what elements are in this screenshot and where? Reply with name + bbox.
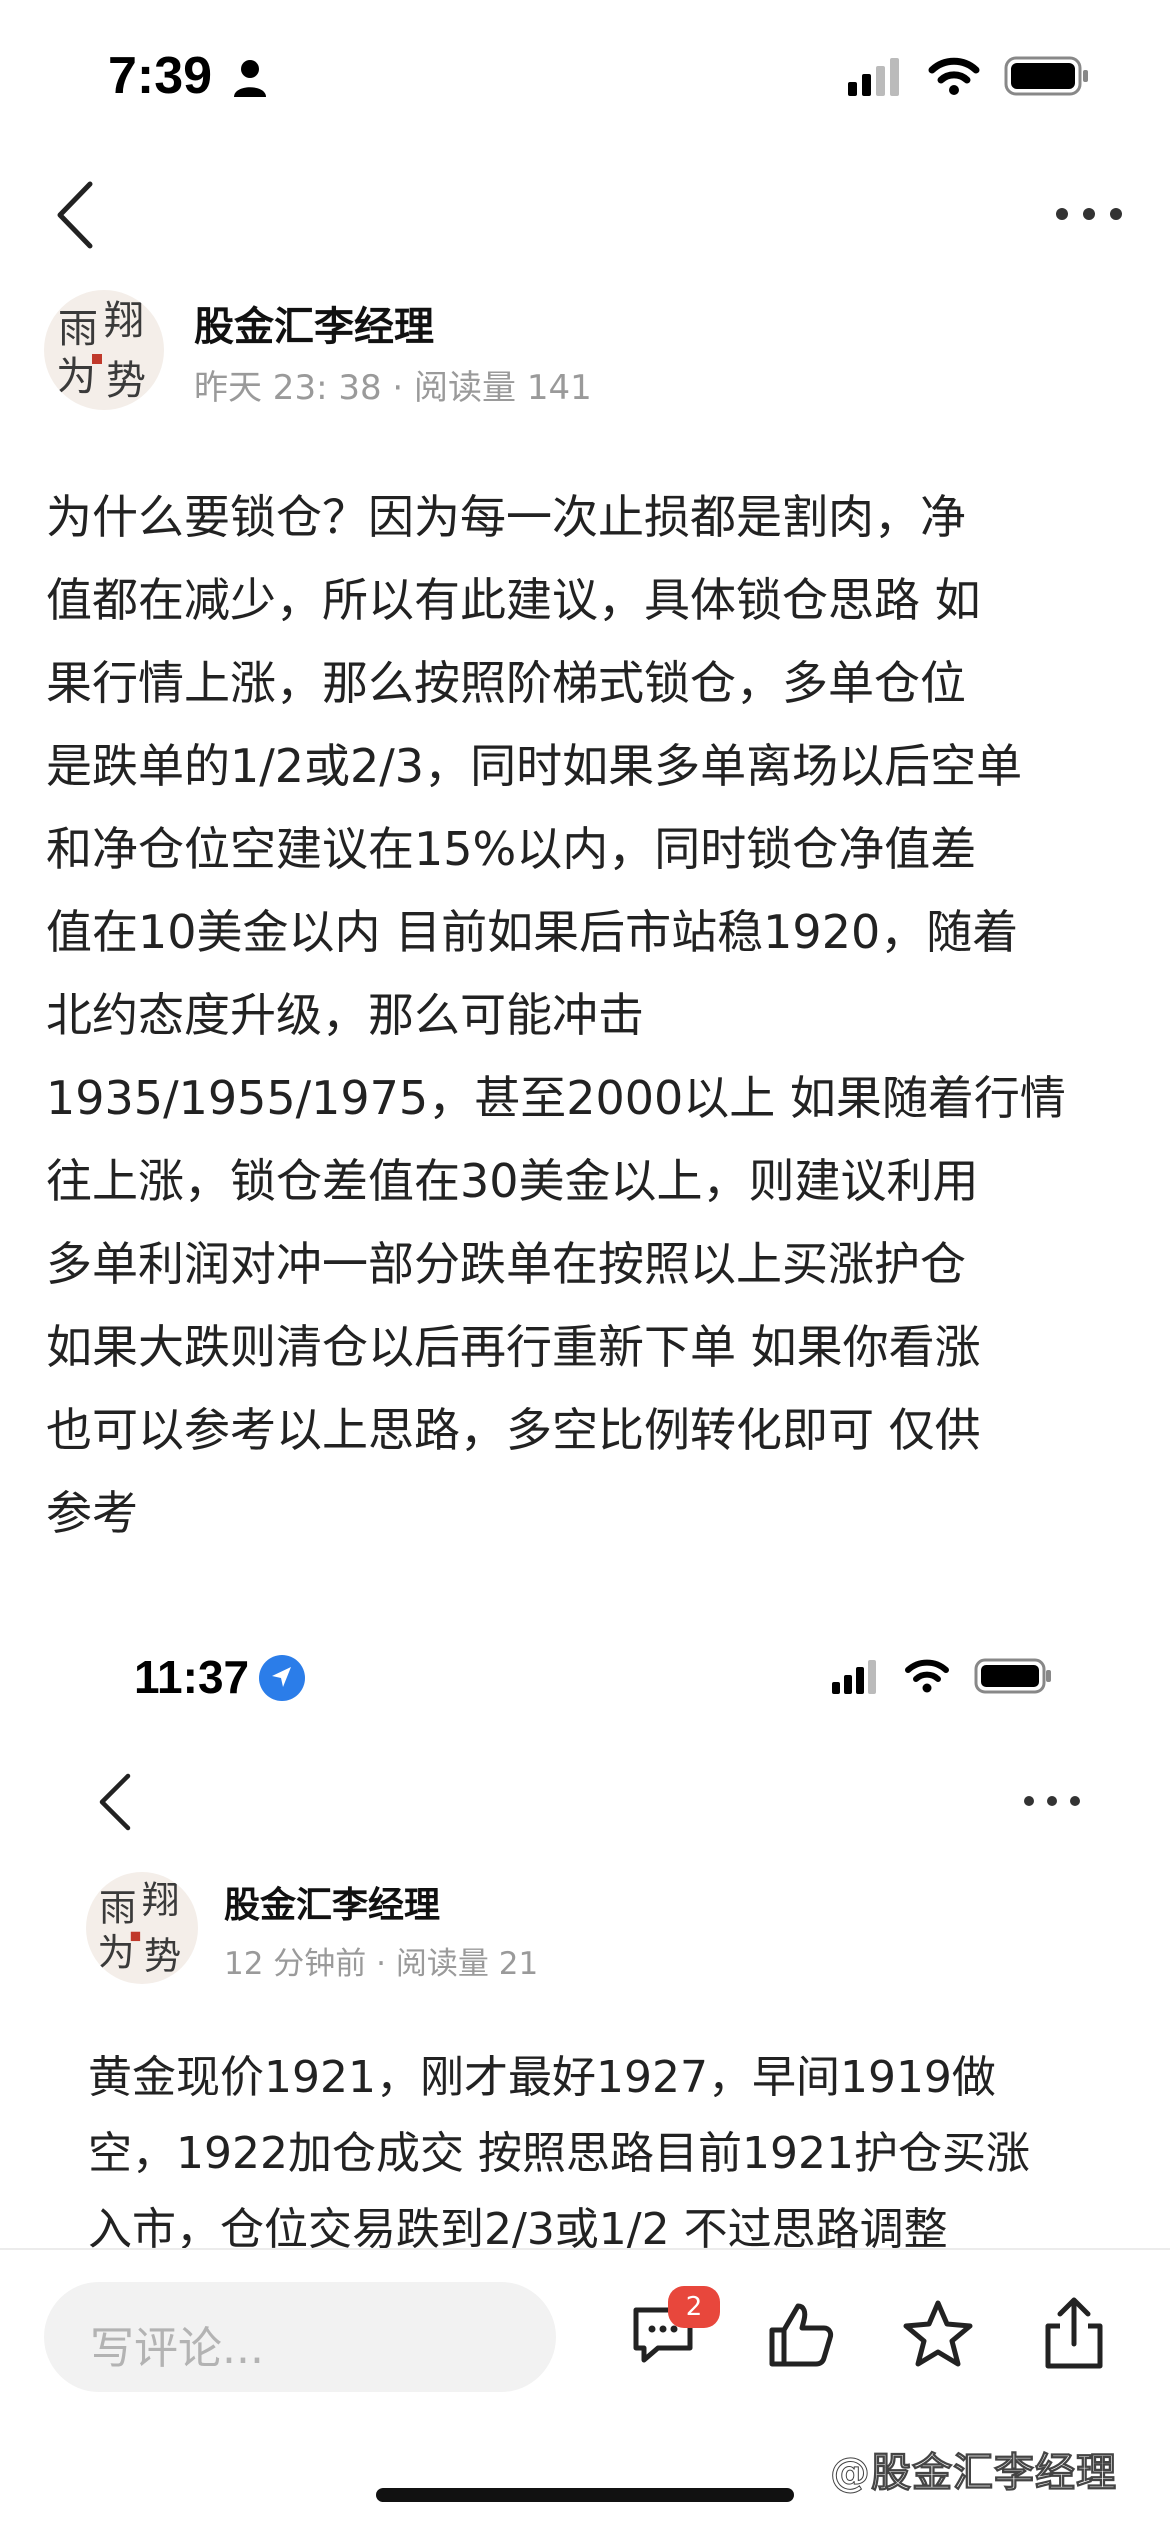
author-name-2[interactable]: 股金汇李经理 xyxy=(224,1876,440,1928)
watermark: @股金汇李经理 xyxy=(830,2450,1117,2497)
share-icon[interactable] xyxy=(1042,2296,1106,2370)
avatar[interactable]: 雨 翔 为 势 xyxy=(86,1872,198,1984)
paragraph-line: 空，1922加仓成交 按照思路目前1921护仓买涨 xyxy=(88,2128,1030,2179)
svg-text:势: 势 xyxy=(106,358,146,404)
avatar-calligraphy: 雨 翔 为 势 xyxy=(97,1878,181,1978)
signal-icon xyxy=(848,58,899,96)
svg-text:雨: 雨 xyxy=(99,1886,136,1930)
author-name[interactable]: 股金汇李经理 xyxy=(194,294,434,352)
wifi-icon xyxy=(928,57,980,95)
avatar[interactable]: 雨 翔 为 势 xyxy=(44,290,164,410)
svg-text:雨: 雨 xyxy=(58,306,98,352)
paragraph-line: 往上涨，锁仓差值在30美金以上，则建议利用 xyxy=(46,1154,979,1208)
paragraph-line: 为什么要锁仓？因为每一次止损都是割肉，净 xyxy=(46,490,966,544)
person-icon xyxy=(234,60,266,97)
post-body: 为什么要锁仓？因为每一次止损都是割肉，净 值都在减少，所以有此建议，具体锁仓思路… xyxy=(46,476,1136,1555)
like-icon[interactable] xyxy=(766,2300,836,2370)
avatar-calligraphy: 雨 翔 为 势 xyxy=(56,298,146,404)
comment-placeholder: 写评论... xyxy=(90,2323,264,2374)
paragraph-line: 多单利润对冲一部分跌单在按照以上买涨护仓 xyxy=(46,1237,966,1291)
location-arrow-icon xyxy=(259,1655,305,1701)
more-icon[interactable] xyxy=(1022,1792,1082,1810)
paragraph-line: 值在10美金以内 目前如果后市站稳1920，随着 xyxy=(46,905,1019,959)
post-meta: 昨天 23: 38 · 阅读量 141 xyxy=(194,368,592,408)
comment-count-badge: 2 xyxy=(668,2286,720,2328)
svg-text:翔: 翔 xyxy=(142,1878,179,1922)
post-meta-2: 12 分钟前 · 阅读量 21 xyxy=(224,1946,539,1982)
paragraph-line: 也可以参考以上思路，多空比例转化即可 仅供 xyxy=(46,1403,981,1457)
star-icon[interactable] xyxy=(902,2298,974,2370)
home-indicator[interactable] xyxy=(376,2488,794,2502)
svg-text:翔: 翔 xyxy=(104,298,144,344)
paragraph-line: 值都在减少，所以有此建议，具体锁仓思路 如 xyxy=(46,573,981,627)
wifi-icon xyxy=(905,1659,949,1693)
more-icon[interactable] xyxy=(1054,204,1124,224)
paragraph-line: 黄金现价1921，刚才最好1927，早间1919做 xyxy=(88,2052,996,2103)
svg-text:势: 势 xyxy=(144,1934,181,1978)
status-time: 7:39 xyxy=(108,47,213,105)
post-body-2: 黄金现价1921，刚才最好1927，早间1919做 空，1922加仓成交 按照思… xyxy=(88,2040,1148,2268)
svg-text:为: 为 xyxy=(56,354,96,400)
status-time-2: 11:37 xyxy=(134,1651,250,1703)
paragraph-line: 是跌单的1/2或2/3，同时如果多单离场以后空单 xyxy=(46,739,1023,793)
back-icon[interactable] xyxy=(54,180,98,250)
battery-icon xyxy=(974,1658,1051,1694)
paragraph-line: 和净仓位空建议在15%以内，同时锁仓净值差 xyxy=(46,822,977,876)
paragraph-line: 北约态度升级，那么可能冲击 xyxy=(46,988,644,1042)
back-icon[interactable] xyxy=(96,1772,134,1832)
battery-icon xyxy=(1004,56,1088,96)
paragraph-line: 如果大跌则清仓以后再行重新下单 如果你看涨 xyxy=(46,1320,981,1374)
paragraph-line: 果行情上涨，那么按照阶梯式锁仓，多单仓位 xyxy=(46,656,966,710)
signal-icon xyxy=(832,1660,876,1694)
svg-text:为: 为 xyxy=(97,1930,134,1974)
paragraph-line: 1935/1955/1975，甚至2000以上 如果随着行情 xyxy=(46,1071,1066,1125)
paragraph-line: 参考 xyxy=(46,1486,138,1540)
